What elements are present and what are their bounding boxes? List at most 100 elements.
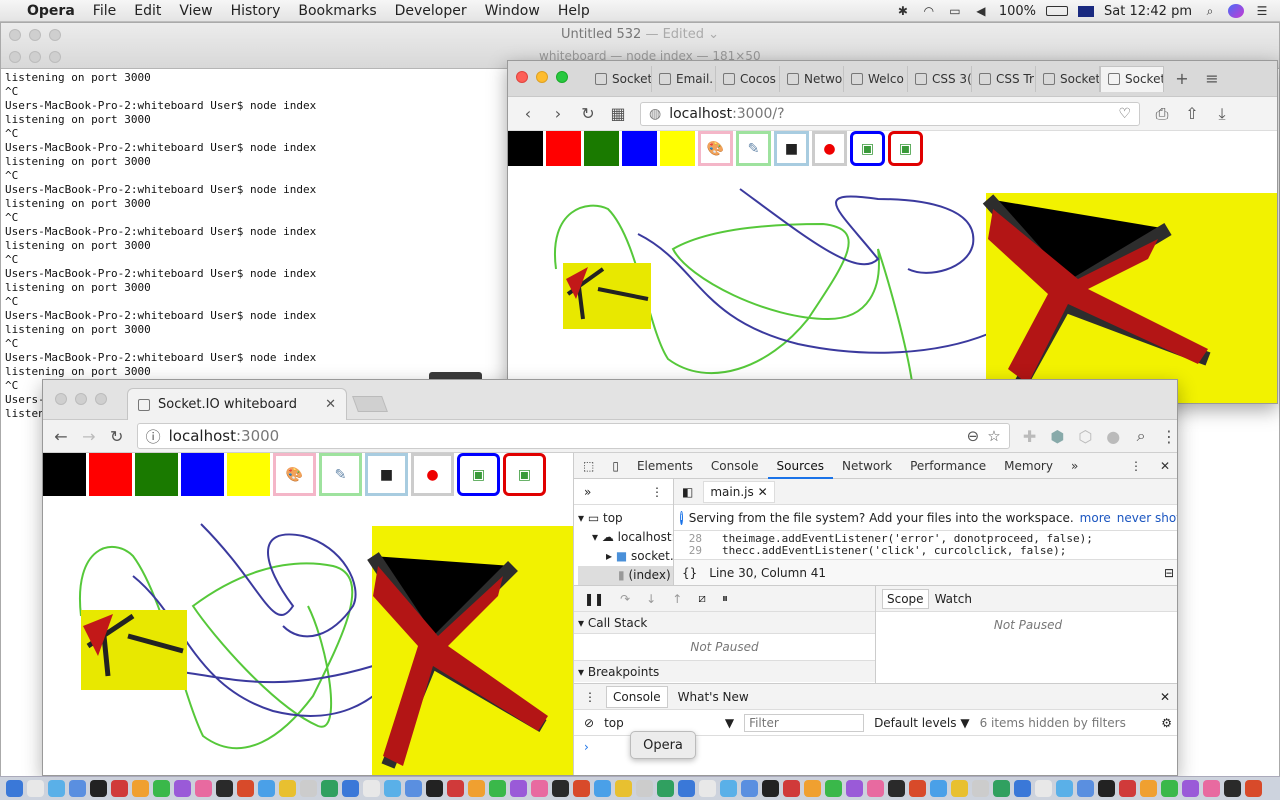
- menu-window[interactable]: Window: [476, 3, 549, 19]
- banner-never-show-link[interactable]: never show: [1117, 511, 1177, 525]
- color-swatch[interactable]: [584, 131, 619, 166]
- tab-elements[interactable]: Elements: [628, 453, 702, 479]
- dock-app-icon[interactable]: [846, 780, 863, 797]
- chrome-zoom-button[interactable]: [95, 393, 107, 405]
- tree-item-index[interactable]: ▮ (index): [578, 566, 673, 585]
- dock-app-icon[interactable]: [1182, 780, 1199, 797]
- dock-app-icon[interactable]: [888, 780, 905, 797]
- opera-tab[interactable]: Email.: [652, 65, 716, 92]
- tab-performance[interactable]: Performance: [901, 453, 995, 479]
- opera-tab[interactable]: Socket: [1100, 65, 1164, 92]
- code-line[interactable]: 29 thecc.addEventListener('click', curcol…: [674, 545, 1177, 557]
- dock-app-icon[interactable]: [384, 780, 401, 797]
- tab-grid-icon[interactable]: ▦: [610, 104, 626, 123]
- color-swatch[interactable]: [43, 453, 86, 496]
- devtools-close-icon[interactable]: ✕: [1151, 453, 1177, 479]
- opera-tab[interactable]: Welco: [844, 65, 908, 92]
- pause-on-exceptions-icon[interactable]: ⏸: [722, 591, 728, 606]
- dock-app-icon[interactable]: [825, 780, 842, 797]
- dock-app-icon[interactable]: [69, 780, 86, 797]
- dock-app-icon[interactable]: [510, 780, 527, 797]
- dock-app-icon[interactable]: [237, 780, 254, 797]
- bluetooth-icon[interactable]: ✱: [895, 4, 911, 18]
- color-swatch[interactable]: [508, 131, 543, 166]
- console-filter-input[interactable]: [744, 713, 865, 732]
- color-swatch[interactable]: [227, 453, 270, 496]
- menu-edit[interactable]: Edit: [125, 3, 170, 19]
- dock-app-icon[interactable]: [972, 780, 989, 797]
- terminal-zoom-button[interactable]: [49, 51, 61, 63]
- dock-app-icon[interactable]: [552, 780, 569, 797]
- menu-view[interactable]: View: [170, 3, 221, 19]
- color-swatch[interactable]: [546, 131, 581, 166]
- dock-app-icon[interactable]: [615, 780, 632, 797]
- opera-tab[interactable]: Socket: [1036, 65, 1100, 92]
- dock-app-icon[interactable]: [1098, 780, 1115, 797]
- console-settings-icon[interactable]: ⚙: [1161, 716, 1172, 730]
- dock-app-icon[interactable]: [762, 780, 779, 797]
- new-tab-icon[interactable]: +: [1174, 69, 1190, 88]
- color-swatch[interactable]: [660, 131, 695, 166]
- context-select[interactable]: top ▼: [604, 716, 734, 730]
- airplay-icon[interactable]: ▭: [947, 4, 963, 18]
- dock-app-icon[interactable]: [153, 780, 170, 797]
- download-icon[interactable]: ⤓: [1214, 104, 1230, 124]
- dock-app-icon[interactable]: [930, 780, 947, 797]
- dock-app-icon[interactable]: [1077, 780, 1094, 797]
- menubar-clock[interactable]: Sat 12:42 pm: [1104, 4, 1192, 19]
- heart-icon[interactable]: ♡: [1118, 106, 1131, 122]
- log-levels-select[interactable]: Default levels ▼: [874, 716, 970, 730]
- dock-app-icon[interactable]: [993, 780, 1010, 797]
- dock-app-icon[interactable]: [111, 780, 128, 797]
- dock-app-icon[interactable]: [804, 780, 821, 797]
- dock-app-icon[interactable]: [1224, 780, 1241, 797]
- banner-more-link[interactable]: more: [1080, 511, 1111, 525]
- color-swatch[interactable]: [135, 453, 178, 496]
- step-out-icon[interactable]: ↑: [672, 592, 682, 606]
- menu-history[interactable]: History: [222, 3, 290, 19]
- reload-icon[interactable]: ↻: [109, 427, 125, 446]
- image-icon[interactable]: ▣: [850, 131, 885, 166]
- reload-icon[interactable]: ↻: [580, 104, 596, 123]
- dock-app-icon[interactable]: [48, 780, 65, 797]
- opera-zoom-button[interactable]: [556, 71, 568, 83]
- square-icon[interactable]: ■: [774, 131, 809, 166]
- color-swatch[interactable]: [622, 131, 657, 166]
- close-file-icon[interactable]: ✕: [758, 485, 768, 499]
- breakpoints-header[interactable]: ▾ Breakpoints: [574, 660, 875, 682]
- dock-app-icon[interactable]: [426, 780, 443, 797]
- dock-app-icon[interactable]: [279, 780, 296, 797]
- dock-app-icon[interactable]: [132, 780, 149, 797]
- siri-icon[interactable]: [1228, 4, 1244, 18]
- navigator-menu-icon[interactable]: ⋮: [651, 485, 663, 499]
- terminal-close-button[interactable]: [9, 51, 21, 63]
- forward-icon[interactable]: ›: [550, 104, 566, 123]
- drawer-tab-whats-new[interactable]: What's New: [678, 690, 749, 704]
- toggle-navigator-icon[interactable]: ◧: [682, 485, 693, 499]
- navigator-more-icon[interactable]: »: [584, 485, 591, 499]
- new-tab-button[interactable]: [352, 396, 388, 412]
- menu-file[interactable]: File: [84, 3, 125, 19]
- search-icon[interactable]: ⌕: [1133, 426, 1149, 446]
- dock-app-icon[interactable]: [489, 780, 506, 797]
- pencil-icon[interactable]: ✎: [736, 131, 771, 166]
- red-dot-icon[interactable]: ●: [411, 453, 454, 496]
- menu-developer[interactable]: Developer: [386, 3, 476, 19]
- dock-app-icon[interactable]: [6, 780, 23, 797]
- dock-app-icon[interactable]: [195, 780, 212, 797]
- opera-tab[interactable]: CSS 3(: [908, 65, 972, 92]
- opera-tab[interactable]: Socket: [588, 65, 652, 92]
- red-dot-icon[interactable]: ●: [812, 131, 847, 166]
- call-stack-header[interactable]: ▾ Call Stack: [574, 612, 875, 634]
- menu-dots-icon[interactable]: ⋮: [1161, 427, 1177, 446]
- tab-watch[interactable]: Watch: [935, 592, 972, 606]
- dock-app-icon[interactable]: [657, 780, 674, 797]
- flag-icon[interactable]: [1078, 5, 1095, 17]
- dock-app-icon[interactable]: [720, 780, 737, 797]
- image-icon[interactable]: ▣: [888, 131, 923, 166]
- devtools-menu-icon[interactable]: ⋮: [1121, 453, 1151, 479]
- dock-app-icon[interactable]: [1203, 780, 1220, 797]
- bookmark-star-icon[interactable]: ☆: [987, 427, 1000, 445]
- dock-app-icon[interactable]: [447, 780, 464, 797]
- back-icon[interactable]: ←: [53, 427, 69, 446]
